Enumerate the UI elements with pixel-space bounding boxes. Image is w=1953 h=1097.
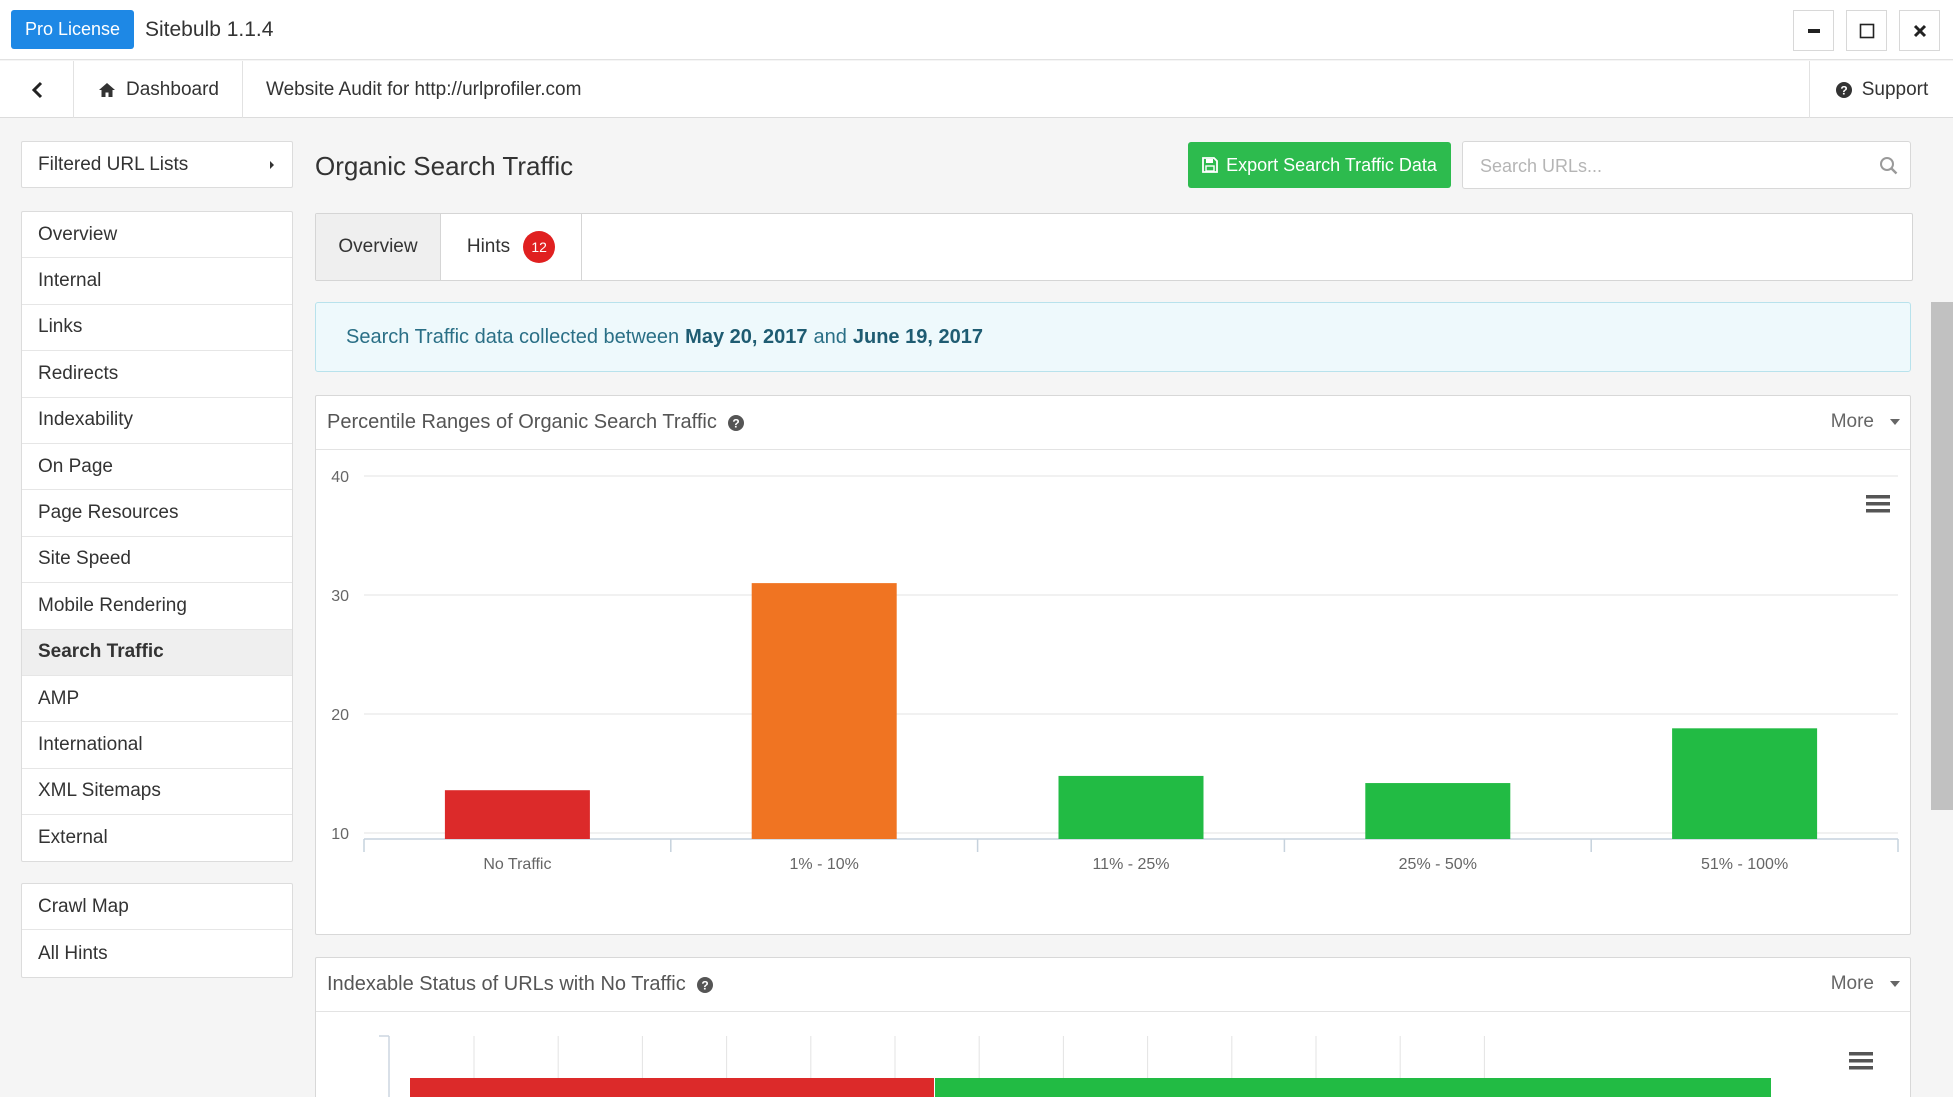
panel-title: Indexable Status of URLs with No Traffic: [327, 973, 686, 995]
alert-prefix: Search Traffic data collected between: [346, 325, 680, 348]
minimize-icon: [1807, 28, 1820, 33]
svg-text:?: ?: [1840, 83, 1847, 97]
more-label: More: [1830, 973, 1874, 994]
tab-hints-label: Hints: [466, 236, 511, 257]
sidebar-item-all-hints[interactable]: All Hints: [22, 930, 292, 976]
pro-license-button[interactable]: Pro License: [11, 10, 135, 49]
caret-down-icon: [1890, 981, 1900, 987]
y-tick-label: 10: [331, 826, 349, 843]
support-link[interactable]: ? Support: [1809, 61, 1953, 118]
more-label: More: [1830, 411, 1874, 432]
sidebar-item-indexability[interactable]: Indexability: [22, 398, 292, 444]
x-tick-label: 1% - 10%: [790, 856, 859, 873]
panel-header: Indexable Status of URLs with No Traffic…: [316, 958, 1910, 1012]
sidebar-menu: Overview Internal Links Redirects Indexabili…: [21, 211, 293, 863]
x-tick-label: 11% - 25%: [1092, 856, 1169, 873]
back-button[interactable]: [0, 61, 74, 118]
sidebar-item-overview[interactable]: Overview: [22, 212, 292, 259]
export-search-traffic-button[interactable]: Export Search Traffic Data: [1188, 142, 1451, 188]
scrollbar[interactable]: [1931, 302, 1953, 810]
info-alert: Search Traffic data collected between Ma…: [315, 302, 1911, 372]
sidebar-item-xml-sitemaps[interactable]: XML Sitemaps: [22, 769, 292, 816]
page-title: Organic Search Traffic: [315, 151, 574, 181]
x-tick-label: No Traffic: [483, 856, 551, 873]
filtered-url-lists-label: Filtered URL Lists: [38, 153, 189, 175]
alert-end-date: June 19, 2017: [852, 325, 983, 348]
sidebar-item-external[interactable]: External: [22, 815, 292, 861]
export-label: Export Search Traffic Data: [1226, 154, 1437, 175]
chart-menu-icon[interactable]: [1866, 495, 1890, 513]
search-box: [1462, 141, 1911, 189]
y-tick-label: 20: [331, 707, 349, 724]
more-dropdown[interactable]: More: [1831, 411, 1900, 433]
dashboard-label: Dashboard: [126, 78, 219, 100]
indexable-status-chart: [379, 1035, 1873, 1097]
sidebar-item-redirects[interactable]: Redirects: [22, 351, 292, 398]
percentile-ranges-panel: Percentile Ranges of Organic Search Traf…: [315, 395, 1911, 935]
indexable-status-bar-segment: [935, 1078, 1771, 1097]
caret-right-icon: [270, 160, 274, 169]
caret-down-icon: [1890, 419, 1900, 425]
y-tick-label: 30: [331, 588, 349, 605]
home-icon: [99, 82, 116, 97]
percentile-bar-chart: 10 20 30 40 No Traffic 1% - 10% 11% - 25% 25% -…: [331, 469, 1899, 873]
chart-menu-icon[interactable]: [1849, 1052, 1873, 1070]
floppy-disk-icon: [1202, 157, 1219, 173]
dashboard-link[interactable]: Dashboard: [75, 61, 243, 118]
audit-title: Website Audit for http://urlprofiler.com: [266, 79, 582, 100]
maximize-button[interactable]: [1846, 10, 1887, 51]
indexable-status-bar-segment: [410, 1078, 934, 1097]
panel-header: Percentile Ranges of Organic Search Traf…: [316, 396, 1910, 450]
close-icon: [1913, 24, 1926, 37]
sidebar-item-international[interactable]: International: [22, 722, 292, 769]
tab-hints[interactable]: Hints 12: [441, 214, 582, 280]
search-input[interactable]: [1480, 154, 1860, 178]
sidebar-item-site-speed[interactable]: Site Speed: [22, 537, 292, 584]
help-icon[interactable]: ?: [727, 414, 745, 432]
search-icon: [1880, 157, 1898, 175]
question-circle-icon: ?: [1835, 81, 1852, 98]
bar[interactable]: [1672, 728, 1818, 839]
sidebar-item-links[interactable]: Links: [22, 305, 292, 352]
more-dropdown[interactable]: More: [1831, 973, 1900, 995]
panel-title: Percentile Ranges of Organic Search Traf…: [327, 411, 717, 433]
sidebar-item-amp[interactable]: AMP: [22, 676, 292, 723]
minimize-button[interactable]: [1793, 10, 1834, 51]
maximize-icon: [1859, 23, 1874, 38]
tab-overview-label: Overview: [338, 236, 418, 257]
bar[interactable]: [751, 583, 897, 839]
sidebar-extra-menu: Crawl Map All Hints: [21, 883, 293, 978]
svg-text:?: ?: [701, 978, 708, 992]
alert-start-date: May 20, 2017: [685, 325, 808, 348]
x-tick-label: 25% - 50%: [1399, 856, 1477, 873]
y-tick-label: 40: [331, 469, 349, 486]
indexable-status-panel: Indexable Status of URLs with No Traffic…: [315, 957, 1911, 1097]
close-button[interactable]: [1899, 10, 1940, 51]
svg-text:?: ?: [732, 416, 739, 430]
sidebar-item-search-traffic[interactable]: Search Traffic: [22, 629, 292, 676]
tab-overview[interactable]: Overview: [316, 214, 441, 280]
sidebar-item-crawl-map[interactable]: Crawl Map: [22, 884, 292, 931]
sidebar-item-internal[interactable]: Internal: [22, 258, 292, 305]
app-title: Sitebulb 1.1.4: [145, 18, 274, 41]
x-tick-label: 51% - 100%: [1701, 856, 1788, 873]
chevron-left-icon: [31, 81, 42, 98]
alert-joiner: and: [813, 325, 847, 348]
bar[interactable]: [444, 790, 590, 839]
search-button[interactable]: [1879, 156, 1898, 180]
support-label: Support: [1861, 78, 1929, 100]
sidebar-item-mobile-rendering[interactable]: Mobile Rendering: [22, 583, 292, 630]
nav-bar: Dashboard Website Audit for http://urlpr…: [0, 61, 1953, 118]
title-bar: Pro License Sitebulb 1.1.4: [0, 0, 1953, 60]
hints-count-badge: 12: [523, 231, 556, 263]
bar[interactable]: [1365, 783, 1511, 839]
help-icon[interactable]: ?: [696, 976, 714, 994]
tab-bar: Overview Hints 12: [315, 213, 1913, 281]
sidebar-item-page-resources[interactable]: Page Resources: [22, 490, 292, 537]
filtered-url-lists-dropdown[interactable]: Filtered URL Lists: [21, 141, 293, 188]
bar[interactable]: [1058, 775, 1204, 839]
sidebar-item-on-page[interactable]: On Page: [22, 444, 292, 491]
